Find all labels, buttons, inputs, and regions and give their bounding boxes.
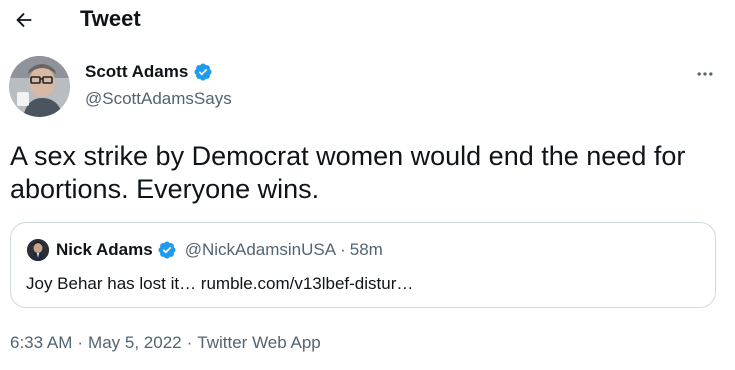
verified-badge-icon [158,241,176,259]
more-horizontal-icon [697,72,713,76]
tweet-meta: 6:33 AM · May 5, 2022 · Twitter Web App [10,332,321,354]
tweet-date[interactable]: May 5, 2022 [88,332,182,354]
avatar-image [9,56,70,117]
tweet-text: A sex strike by Democrat women would end… [10,141,686,204]
separator-dot: · [77,333,84,352]
tweet-time[interactable]: 6:33 AM [10,332,72,354]
page-title: Tweet [80,6,141,31]
quoted-tweet-header: Nick Adams @NickAdamsinUSA · 58m [56,239,383,261]
quoted-avatar-image [27,239,49,261]
quoted-author-handle: @NickAdamsinUSA [184,240,337,259]
separator-dot: · [186,333,193,352]
more-options-button[interactable] [690,62,720,86]
quoted-tweet-time[interactable]: 58m [350,239,383,261]
quoted-tweet-card[interactable]: Nick Adams @NickAdamsinUSA · 58m Joy Beh… [10,222,716,308]
author-name[interactable]: Scott Adams [85,61,188,83]
author-name-row[interactable]: Scott Adams [85,61,213,83]
separator-dot: · [340,240,346,259]
quoted-author-avatar [27,239,49,261]
tweet-source-link[interactable]: Twitter Web App [197,332,320,354]
verified-badge-icon [194,63,212,81]
quoted-author-name: Nick Adams [56,240,153,259]
back-button[interactable] [6,4,42,36]
arrow-left-icon [16,12,32,28]
quoted-tweet-text: Joy Behar has lost it… rumble.com/v13lbe… [26,274,414,293]
author-handle[interactable]: @ScottAdamsSays [85,88,232,110]
author-avatar[interactable] [9,56,70,117]
